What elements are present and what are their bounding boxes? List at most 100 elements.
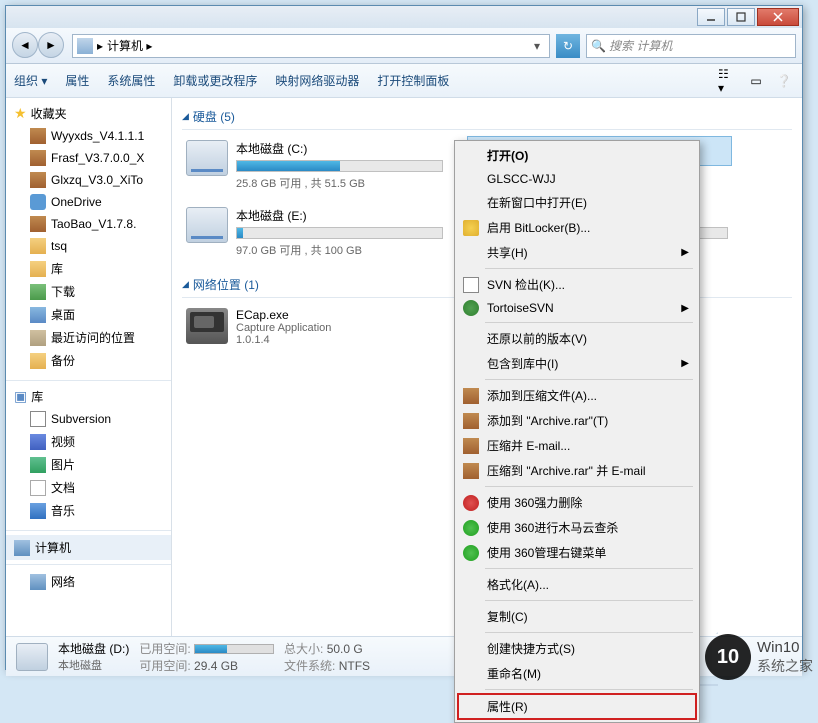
sidebar-item[interactable]: 音乐: [6, 499, 171, 522]
doc-icon: [30, 480, 46, 496]
drive-icon: [186, 140, 228, 176]
sidebar-item[interactable]: 备份: [6, 349, 171, 372]
context-menu-item[interactable]: 添加到压缩文件(A)...: [457, 383, 697, 408]
watermark-logo: 10: [705, 634, 751, 680]
search-placeholder: 搜索 计算机: [609, 37, 672, 54]
view-icon[interactable]: ☷ ▾: [718, 71, 738, 91]
rar-icon: [30, 172, 46, 188]
address-bar[interactable]: ▸ 计算机 ▸ ▾: [72, 34, 550, 58]
maximize-button[interactable]: [727, 8, 755, 26]
context-menu-item[interactable]: 复制(C): [457, 604, 697, 629]
rar-icon: [30, 216, 46, 232]
shield-icon: [463, 220, 479, 236]
drive-item[interactable]: 本地磁盘 (C:)25.8 GB 可用 , 共 51.5 GB: [182, 136, 447, 195]
nav-back-forward[interactable]: ◄ ►: [12, 32, 66, 60]
watermark: 10 Win10 系统之家: [705, 634, 813, 680]
forward-button[interactable]: ►: [38, 32, 64, 58]
submenu-arrow-icon: ▶: [681, 358, 689, 369]
preview-icon[interactable]: ▭: [746, 71, 766, 91]
context-menu-item[interactable]: 使用 360强力删除: [457, 490, 697, 515]
folder-icon: [30, 238, 46, 254]
context-menu-item[interactable]: 在新窗口中打开(E): [457, 190, 697, 215]
sidebar-item[interactable]: tsq: [6, 235, 171, 257]
sidebar-item[interactable]: 视频: [6, 430, 171, 453]
tool-properties[interactable]: 属性: [65, 72, 89, 89]
rar-icon: [463, 438, 479, 454]
sidebar-item[interactable]: 库: [6, 257, 171, 280]
folder-icon: [30, 261, 46, 277]
sidebar-item[interactable]: OneDrive: [6, 191, 171, 213]
help-icon[interactable]: ❔: [774, 71, 794, 91]
sidebar-favorites-header[interactable]: ★收藏夹: [6, 102, 171, 125]
context-menu-item[interactable]: 使用 360进行木马云查杀: [457, 515, 697, 540]
disk-section-header[interactable]: ◢硬盘 (5): [182, 104, 792, 130]
dl-icon: [30, 284, 46, 300]
sidebar-item[interactable]: 最近访问的位置: [6, 326, 171, 349]
computer-icon: [77, 38, 93, 54]
sidebar-item[interactable]: Subversion: [6, 408, 171, 430]
sidebar-item[interactable]: Glxzq_V3.0_XiTo: [6, 169, 171, 191]
sidebar-item[interactable]: 图片: [6, 453, 171, 476]
camera-icon: [186, 308, 228, 344]
context-menu-item[interactable]: 压缩并 E-mail...: [457, 433, 697, 458]
context-menu-item[interactable]: 共享(H)▶: [457, 240, 697, 265]
context-menu-item[interactable]: SVN 检出(K)...: [457, 272, 697, 297]
context-menu-item[interactable]: 压缩到 "Archive.rar" 并 E-mail: [457, 458, 697, 483]
rar-icon: [463, 463, 479, 479]
sidebar-item[interactable]: 下载: [6, 280, 171, 303]
context-menu-item[interactable]: 打开(O): [457, 143, 697, 168]
rar-icon: [30, 150, 46, 166]
submenu-arrow-icon: ▶: [681, 247, 689, 258]
submenu-arrow-icon: ▶: [681, 303, 689, 314]
back-button[interactable]: ◄: [12, 32, 38, 58]
tool-uninstall[interactable]: 卸载或更改程序: [173, 72, 257, 89]
vid-icon: [30, 434, 46, 450]
context-menu-item[interactable]: 启用 BitLocker(B)...: [457, 215, 697, 240]
search-box[interactable]: 🔍 搜索 计算机: [586, 34, 796, 58]
pic-icon: [30, 457, 46, 473]
sidebar-item[interactable]: 文档: [6, 476, 171, 499]
close-button[interactable]: [757, 8, 799, 26]
cloud-icon: [30, 194, 46, 210]
s360r-icon: [463, 495, 479, 511]
music-icon: [30, 503, 46, 519]
minimize-button[interactable]: [697, 8, 725, 26]
navbar: ◄ ► ▸ 计算机 ▸ ▾ ↻ 🔍 搜索 计算机: [6, 28, 802, 64]
sidebar-item[interactable]: Wyyxds_V4.1.1.1: [6, 125, 171, 147]
sidebar-item[interactable]: TaoBao_V1.7.8.: [6, 213, 171, 235]
refresh-button[interactable]: ↻: [556, 34, 580, 58]
tool-control-panel[interactable]: 打开控制面板: [377, 72, 449, 89]
tool-system-properties[interactable]: 系统属性: [107, 72, 155, 89]
tool-organize[interactable]: 组织 ▾: [14, 72, 47, 89]
sidebar-computer[interactable]: 计算机: [6, 535, 171, 560]
sidebar-network[interactable]: 网络: [6, 569, 171, 594]
sidebar-item[interactable]: 桌面: [6, 303, 171, 326]
context-menu-item[interactable]: 格式化(A)...: [457, 572, 697, 597]
svn-icon: [463, 277, 479, 293]
drive-item[interactable]: 本地磁盘 (E:)97.0 GB 可用 , 共 100 GB: [182, 203, 447, 262]
context-menu-item[interactable]: 添加到 "Archive.rar"(T): [457, 408, 697, 433]
sidebar-item[interactable]: Frasf_V3.7.0.0_X: [6, 147, 171, 169]
context-menu-item[interactable]: TortoiseSVN▶: [457, 297, 697, 319]
netloc-item[interactable]: ECap.exe Capture Application 1.0.1.4: [182, 304, 447, 350]
context-menu-item[interactable]: 还原以前的版本(V): [457, 326, 697, 351]
sidebar-libraries-header[interactable]: ▣库: [6, 385, 171, 408]
svn-icon: [30, 411, 46, 427]
context-menu-item[interactable]: 创建快捷方式(S): [457, 636, 697, 661]
context-menu-item[interactable]: 包含到库中(I)▶: [457, 351, 697, 376]
context-menu-item[interactable]: 使用 360管理右键菜单: [457, 540, 697, 565]
desktop-icon: [30, 307, 46, 323]
context-menu-item[interactable]: GLSCC-WJJ: [457, 168, 697, 190]
titlebar: [6, 6, 802, 28]
toolbar: 组织 ▾ 属性 系统属性 卸载或更改程序 映射网络驱动器 打开控制面板 ☷ ▾ …: [6, 64, 802, 98]
tort-icon: [463, 300, 479, 316]
context-menu-item[interactable]: 重命名(M): [457, 661, 697, 686]
s360-icon: [463, 545, 479, 561]
rar-icon: [463, 388, 479, 404]
context-menu-item[interactable]: 属性(R): [457, 693, 697, 720]
tool-map-drive[interactable]: 映射网络驱动器: [275, 72, 359, 89]
drive-icon: [186, 207, 228, 243]
recent-icon: [30, 330, 46, 346]
address-dropdown[interactable]: ▾: [529, 36, 545, 56]
breadcrumb[interactable]: 计算机 ▸: [107, 37, 525, 54]
